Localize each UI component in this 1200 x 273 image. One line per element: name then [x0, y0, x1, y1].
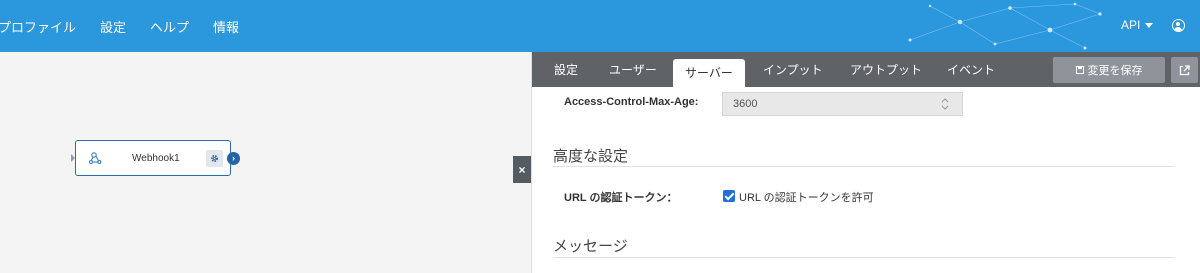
max-age-input[interactable] — [722, 92, 963, 116]
external-link-icon — [1179, 64, 1190, 75]
user-account-icon[interactable] — [1172, 19, 1185, 32]
nav-item-settings[interactable]: 設定 — [100, 17, 126, 36]
webhook-node[interactable]: Webhook1 › — [71, 140, 240, 176]
tab-output[interactable]: アウトプット — [850, 61, 922, 78]
node-output-port[interactable]: › — [227, 152, 240, 165]
tab-bar: 設定 ユーザー サーバー インプット アウトプット イベント 変更を保存 — [532, 52, 1200, 87]
tab-server[interactable]: サーバー — [673, 59, 745, 87]
save-changes-button[interactable]: 変更を保存 — [1053, 57, 1165, 83]
divider — [553, 257, 1175, 258]
node-input-port[interactable] — [71, 154, 75, 162]
top-navigation-bar: プロファイル 設定 ヘルプ 情報 API — [0, 0, 1200, 52]
flow-canvas[interactable]: Webhook1 › × — [0, 52, 531, 273]
advanced-settings-title: 高度な設定 — [553, 148, 629, 165]
api-dropdown[interactable]: API — [1121, 18, 1154, 32]
caret-down-icon — [1145, 22, 1154, 28]
tab-event[interactable]: イベント — [947, 61, 995, 78]
divider — [553, 166, 1175, 167]
auth-token-checkbox[interactable] — [723, 190, 735, 202]
nav-item-info[interactable]: 情報 — [213, 17, 239, 36]
webhook-icon — [88, 152, 102, 165]
node-label: Webhook1 — [132, 153, 180, 164]
save-icon — [1075, 66, 1084, 74]
close-panel-button[interactable]: × — [513, 156, 531, 183]
main-nav: プロファイル 設定 ヘルプ 情報 — [0, 0, 263, 52]
network-decoration — [908, 2, 1102, 50]
properties-panel: 設定 ユーザー サーバー インプット アウトプット イベント 変更を保存 Acc… — [531, 52, 1200, 273]
open-external-button[interactable] — [1171, 57, 1198, 83]
max-age-label: Access-Control-Max-Age: — [564, 96, 699, 108]
api-dropdown-label: API — [1121, 18, 1141, 32]
messages-title: メッセージ — [553, 238, 628, 255]
gear-icon[interactable] — [206, 150, 223, 167]
auth-token-checkbox-label[interactable]: URL の認証トークンを許可 — [739, 189, 874, 205]
save-button-label: 変更を保存 — [1087, 65, 1143, 77]
tab-settings[interactable]: 設定 — [554, 61, 578, 78]
auth-token-label: URL の認証トークン： — [564, 192, 678, 204]
tab-users[interactable]: ユーザー — [609, 61, 657, 78]
nav-item-help[interactable]: ヘルプ — [150, 17, 189, 36]
tab-input[interactable]: インプット — [763, 61, 823, 78]
spinner-icon[interactable] — [940, 96, 950, 112]
nav-item-profile[interactable]: プロファイル — [0, 17, 76, 36]
